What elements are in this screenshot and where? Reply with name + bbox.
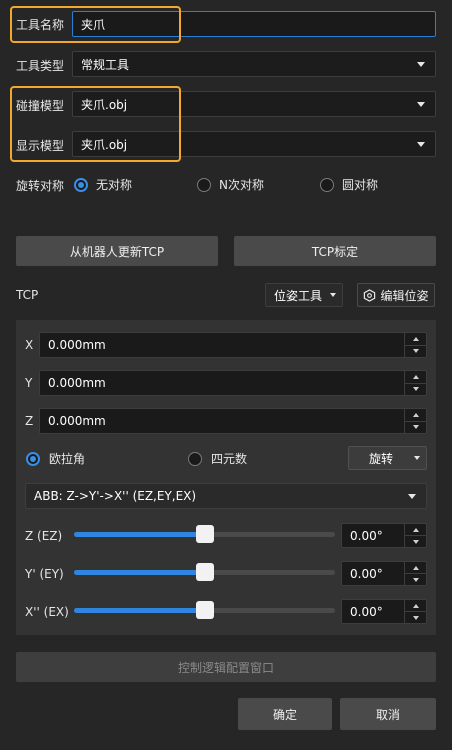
spin-up-button[interactable]	[405, 333, 426, 346]
spin-up-button[interactable]	[405, 600, 426, 612]
chevron-down-icon	[417, 141, 425, 147]
rotate-value: 旋转	[369, 451, 394, 466]
radio-euler[interactable]: 欧拉角	[26, 450, 85, 467]
update-tcp-button[interactable]: 从机器人更新TCP	[16, 236, 218, 266]
z-label: Z	[25, 414, 34, 428]
radio-unchecked-icon	[188, 451, 202, 466]
x-input[interactable]: 0.000mm	[39, 332, 427, 358]
spin-down-button[interactable]	[405, 612, 426, 623]
ok-button[interactable]: 确定	[238, 698, 332, 730]
spin-down-button[interactable]	[405, 574, 426, 585]
hexagon-icon	[364, 288, 376, 302]
slider-ez-label: Z (EZ)	[25, 529, 63, 543]
tcp-label: TCP	[16, 288, 39, 302]
z-input[interactable]: 0.000mm	[39, 408, 427, 434]
spin-up-button[interactable]	[405, 371, 426, 384]
radio-n-symmetry-label: N次对称	[219, 178, 264, 192]
y-value: 0.000mm	[48, 376, 106, 390]
tool-type-select[interactable]: 常规工具	[72, 51, 436, 77]
euler-convention-select[interactable]: ABB: Z->Y'->X'' (EZ,EY,EX)	[25, 483, 427, 509]
x-label: X	[25, 338, 34, 352]
radio-euler-label: 欧拉角	[49, 452, 86, 466]
cancel-button[interactable]: 取消	[340, 698, 436, 730]
chevron-down-icon	[417, 61, 425, 67]
tcp-panel	[16, 320, 436, 635]
slider-fill	[74, 532, 205, 537]
slider-ez[interactable]	[74, 525, 335, 543]
radio-no-symmetry[interactable]: 无对称	[74, 176, 132, 193]
ez-value: 0.00°	[350, 528, 383, 543]
ex-value: 0.00°	[350, 604, 383, 619]
radio-circle-symmetry-label: 圆对称	[342, 178, 379, 192]
slider-thumb[interactable]	[195, 525, 214, 543]
slider-thumb[interactable]	[195, 563, 214, 581]
slider-ey[interactable]	[74, 563, 335, 581]
slider-thumb[interactable]	[195, 601, 214, 619]
spin-up-button[interactable]	[405, 562, 426, 574]
spin-down-button[interactable]	[405, 536, 426, 547]
tool-type-value: 常规工具	[81, 57, 130, 72]
rotation-symmetry-label: 旋转对称	[16, 179, 65, 193]
rotate-select[interactable]: 旋转	[348, 446, 427, 470]
ey-value: 0.00°	[350, 566, 383, 581]
slider-ex[interactable]	[74, 601, 335, 619]
highlight-models	[10, 86, 181, 162]
spin-down-button[interactable]	[405, 346, 426, 358]
pose-tool-value: 位姿工具	[274, 288, 323, 303]
radio-checked-icon	[74, 177, 88, 192]
z-value: 0.000mm	[48, 414, 106, 428]
tcp-calibration-button[interactable]: TCP标定	[234, 236, 436, 266]
spin-up-button[interactable]	[405, 524, 426, 536]
slider-fill	[74, 570, 205, 575]
radio-no-symmetry-label: 无对称	[96, 178, 133, 192]
tool-type-label: 工具类型	[16, 59, 65, 73]
edit-pose-label: 编辑位姿	[380, 288, 429, 303]
chevron-down-icon	[417, 101, 425, 107]
slider-ex-label: X'' (EX)	[25, 605, 69, 619]
radio-quaternion[interactable]: 四元数	[188, 450, 247, 467]
radio-quaternion-label: 四元数	[211, 452, 248, 466]
x-value: 0.000mm	[48, 338, 106, 352]
control-logic-button[interactable]: 控制逻辑配置窗口	[16, 652, 436, 682]
chevron-down-icon	[408, 493, 416, 499]
radio-circle-symmetry[interactable]: 圆对称	[320, 176, 378, 193]
slider-fill	[74, 608, 205, 613]
radio-unchecked-icon	[320, 177, 334, 192]
pose-tool-select[interactable]: 位姿工具	[265, 283, 343, 307]
ex-input[interactable]: 0.00°	[341, 599, 427, 624]
ez-input[interactable]: 0.00°	[341, 523, 427, 548]
spin-down-button[interactable]	[405, 422, 426, 434]
spin-down-button[interactable]	[405, 384, 426, 396]
radio-unchecked-icon	[197, 177, 211, 192]
chevron-down-icon	[330, 293, 336, 297]
euler-convention-value: ABB: Z->Y'->X'' (EZ,EY,EX)	[34, 489, 197, 503]
ey-input[interactable]: 0.00°	[341, 561, 427, 586]
radio-checked-icon	[26, 451, 40, 466]
chevron-down-icon	[414, 456, 420, 460]
y-input[interactable]: 0.000mm	[39, 370, 427, 396]
spin-up-button[interactable]	[405, 409, 426, 422]
highlight-tool-name	[10, 6, 181, 43]
y-label: Y	[25, 376, 33, 390]
edit-pose-button[interactable]: 编辑位姿	[357, 283, 435, 307]
radio-n-symmetry[interactable]: N次对称	[197, 176, 264, 193]
slider-ey-label: Y' (EY)	[25, 567, 64, 581]
